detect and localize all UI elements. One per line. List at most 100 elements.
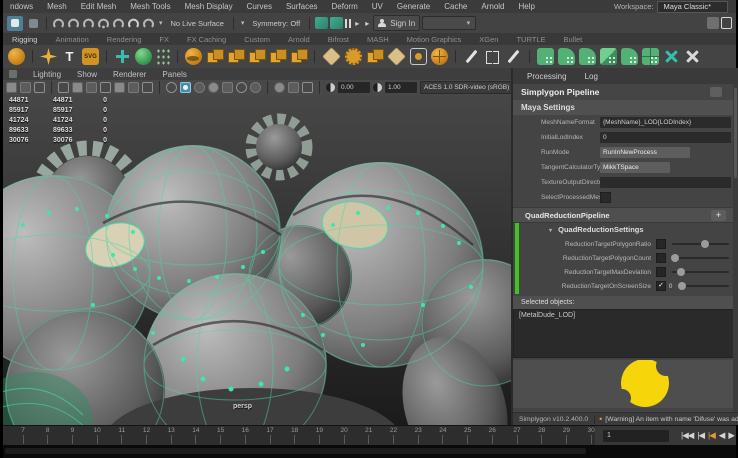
shelf-tab[interactable]: Rigging	[3, 35, 46, 44]
menu-item[interactable]: Surfaces	[279, 2, 325, 11]
menu-item[interactable]: Edit Mesh	[74, 2, 124, 11]
shelf-sculpt-tool-icon[interactable]	[185, 48, 202, 65]
frame-step-icon[interactable]: ▸	[363, 19, 371, 28]
workspace-selector[interactable]: Maya Classic*	[657, 1, 728, 13]
step-back-frame-button[interactable]: |◀	[697, 430, 704, 441]
vp-safe-title-icon[interactable]	[142, 82, 153, 93]
select-by-hierarchy-icon[interactable]	[25, 16, 41, 31]
time-slider[interactable]: 7 8 9 10 11 12 13 14	[3, 425, 736, 445]
mesh-name-format-input[interactable]: {MeshName}_LOD{LODIndex}	[600, 117, 731, 128]
timeline-tick[interactable]: 10	[87, 427, 107, 444]
previous-key-button[interactable]: |◀	[708, 430, 715, 441]
symmetry-caret-icon[interactable]: ▾	[239, 19, 247, 27]
polygon-ratio-checkbox[interactable]	[656, 239, 666, 249]
range-slider-bar[interactable]	[5, 448, 586, 454]
timeline-tick[interactable]: 25	[458, 427, 478, 444]
timeline-tick[interactable]: 13	[161, 427, 181, 444]
timeline-tick[interactable]: 17	[260, 427, 280, 444]
bookmark-icon[interactable]	[707, 17, 719, 29]
shelf-extract-icon[interactable]	[248, 48, 265, 65]
snap-magnet-icon[interactable]	[142, 16, 155, 30]
shelf-boolean-union-icon[interactable]	[269, 48, 286, 65]
shelf-tab[interactable]: Rendering	[98, 35, 151, 44]
shelf-bounding-box-icon[interactable]	[410, 48, 427, 65]
tab-processing[interactable]: Processing	[527, 72, 567, 81]
shelf-tab[interactable]: Arnold	[279, 35, 319, 44]
shelf-remesh-icon[interactable]	[579, 48, 596, 65]
shelf-tab[interactable]: TURTLE	[507, 35, 554, 44]
viewport-menu-show[interactable]: Show	[77, 70, 97, 79]
timeline-tick[interactable]: 28	[532, 427, 552, 444]
viewport-canvas[interactable]: 44871448710 85917859170 41724417240 8963…	[3, 95, 511, 425]
vp-textured-icon[interactable]	[194, 82, 205, 93]
timeline-tick[interactable]: 27	[507, 427, 527, 444]
vp-safe-action-icon[interactable]	[128, 82, 139, 93]
shelf-tab[interactable]: Bifrost	[319, 35, 358, 44]
menu-item[interactable]: Help	[512, 2, 542, 11]
vp-motion-blur-icon[interactable]	[250, 82, 261, 93]
exposure-icon[interactable]	[326, 83, 335, 92]
open-render-view-icon[interactable]	[330, 17, 343, 29]
polygon-count-slider[interactable]	[672, 257, 729, 259]
pause-evaluation-icon[interactable]	[345, 19, 351, 28]
shelf-tab[interactable]: Custom	[235, 35, 279, 44]
timeline-tick[interactable]: 29	[556, 427, 576, 444]
character-controls-icon[interactable]	[721, 17, 732, 29]
timeline-tick[interactable]: 22	[384, 427, 404, 444]
timeline-tick[interactable]: 15	[211, 427, 231, 444]
shelf-locator-icon[interactable]	[114, 48, 131, 65]
maya-settings-header[interactable]: Maya Settings	[513, 100, 738, 115]
step-forward-icon[interactable]: ▸	[353, 19, 361, 28]
shelf-poly-sphere-icon[interactable]	[8, 48, 25, 65]
go-to-start-button[interactable]: |◀◀	[681, 430, 693, 441]
current-frame-field[interactable]: 1	[603, 430, 669, 442]
menu-item[interactable]: Generate	[390, 2, 437, 11]
shelf-lattice-sphere-icon[interactable]	[431, 48, 448, 65]
tab-log[interactable]: Log	[585, 72, 598, 81]
polygon-ratio-slider[interactable]	[672, 243, 729, 245]
initial-lod-index-input[interactable]: 0	[600, 132, 731, 143]
play-backwards-button[interactable]: ◀	[719, 430, 725, 441]
vp-field-chart-icon[interactable]	[114, 82, 125, 93]
snap-to-grid-icon[interactable]	[52, 16, 65, 30]
play-forwards-button[interactable]: ▶	[728, 430, 734, 441]
vp-camera-attributes-icon[interactable]	[34, 82, 45, 93]
timeline-tick[interactable]: 19	[309, 427, 329, 444]
shelf-freeze-transform-icon[interactable]	[684, 48, 701, 65]
on-screen-size-slider[interactable]	[681, 285, 729, 287]
sign-in-dropdown[interactable]: ▾	[422, 16, 476, 30]
collapse-caret-icon[interactable]: ▾	[549, 228, 552, 234]
vp-gate-mask-icon[interactable]	[100, 82, 111, 93]
shelf-tab[interactable]: Animation	[46, 35, 97, 44]
shelf-tab[interactable]: FX	[150, 35, 178, 44]
viewport-menu-panels[interactable]: Panels	[162, 70, 186, 79]
panel-options-button[interactable]	[710, 87, 722, 97]
run-mode-dropdown[interactable]: RunInNewProcess	[600, 147, 690, 158]
shelf-particle-grid-icon[interactable]	[156, 48, 170, 65]
selection-mask-icon[interactable]	[7, 16, 23, 31]
shelf-tab[interactable]: MASH	[358, 35, 398, 44]
live-surface-caret-icon[interactable]: ▾	[157, 19, 165, 27]
sign-in-button[interactable]: Sign In	[373, 15, 420, 31]
timeline-tick[interactable]: 8	[38, 427, 58, 444]
exposure-field[interactable]: 0.00	[338, 82, 370, 93]
vp-joints-xray-icon[interactable]	[302, 82, 313, 93]
on-screen-size-value[interactable]: 0	[666, 283, 675, 290]
timeline-tick[interactable]: 14	[186, 427, 206, 444]
timeline-tick[interactable]: 16	[235, 427, 255, 444]
on-screen-size-checkbox[interactable]: ✓	[656, 281, 666, 291]
shelf-smooth-icon[interactable]	[537, 48, 554, 65]
menu-item[interactable]: Arnold	[474, 2, 511, 11]
menu-item[interactable]: Mesh Display	[178, 2, 240, 11]
shelf-mirror-icon[interactable]	[484, 48, 501, 65]
vp-select-camera-icon[interactable]	[6, 82, 17, 93]
menu-item[interactable]: Cache	[437, 2, 474, 11]
construction-history-icon[interactable]	[315, 17, 328, 29]
shelf-delete-history-icon[interactable]	[663, 48, 680, 65]
timeline-tick[interactable]: 18	[285, 427, 305, 444]
make-live-icon[interactable]	[127, 16, 140, 30]
shelf-boolean-difference-icon[interactable]	[290, 48, 307, 65]
max-deviation-checkbox[interactable]	[656, 267, 666, 277]
shelf-conform-icon[interactable]	[621, 48, 638, 65]
shelf-tab[interactable]: XGen	[470, 35, 507, 44]
